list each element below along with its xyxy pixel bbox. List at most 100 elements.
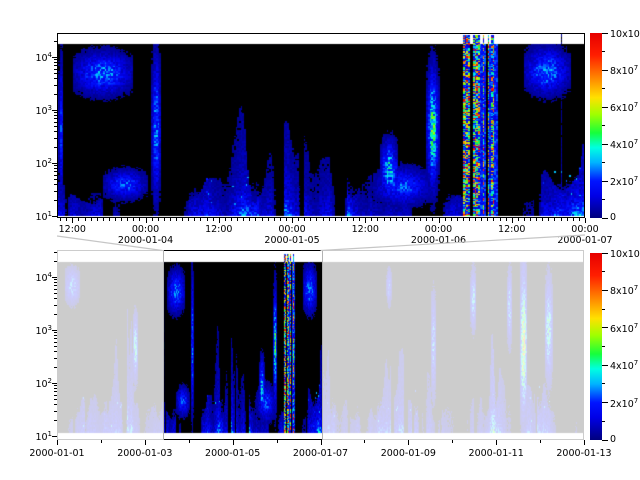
top-x-minor-tick	[347, 218, 348, 221]
dimmed-region-left	[57, 250, 163, 441]
bottom-colorbar-major-tick	[602, 327, 608, 328]
top-colorbar-major-tick	[602, 33, 608, 34]
top-x-minor-tick	[316, 218, 317, 221]
top-x-date-label: 2000-01-06	[411, 235, 466, 246]
top-x-minor-tick	[518, 218, 519, 221]
bottom-x-date-label: 2000-01-07	[293, 448, 348, 459]
top-x-minor-tick	[231, 218, 232, 221]
top-x-minor-tick	[304, 218, 305, 221]
top-colorbar-minor-tick	[602, 88, 605, 89]
top-x-minor-tick	[457, 218, 458, 221]
top-x-time-label: 00:00	[132, 224, 159, 235]
top-x-minor-tick	[280, 218, 281, 221]
top-x-minor-tick	[176, 218, 177, 221]
top-y-tick-label: 101	[16, 209, 52, 223]
top-x-major-tick	[585, 218, 586, 223]
top-spectrogram-plot[interactable]	[57, 33, 585, 218]
top-x-minor-tick	[121, 218, 122, 221]
top-x-minor-tick	[127, 218, 128, 221]
top-x-minor-tick	[341, 218, 342, 221]
top-y-tick-label: 104	[16, 50, 52, 64]
top-colorbar-tick-label: 4x107	[610, 137, 638, 151]
bottom-colorbar-major-tick	[602, 440, 608, 441]
top-x-minor-tick	[548, 218, 549, 221]
bottom-colorbar-tick-label: 0	[610, 435, 616, 445]
top-colorbar-tick-label: 10x107	[610, 26, 640, 40]
top-x-minor-tick	[579, 218, 580, 221]
bottom-y-tick-label: 101	[16, 429, 52, 443]
top-x-minor-tick	[396, 218, 397, 221]
zoom-connector-left	[57, 236, 162, 251]
top-x-minor-tick	[237, 218, 238, 221]
top-colorbar-minor-tick	[602, 199, 605, 200]
bottom-colorbar-minor-tick	[602, 309, 605, 310]
top-colorbar-major-tick	[602, 70, 608, 71]
top-x-minor-tick	[133, 218, 134, 221]
selection-left-edge[interactable]	[163, 250, 164, 440]
top-x-minor-tick	[182, 218, 183, 221]
top-x-time-label: 00:00	[571, 224, 598, 235]
top-x-minor-tick	[158, 218, 159, 221]
top-x-minor-tick	[200, 218, 201, 221]
top-x-minor-tick	[255, 218, 256, 221]
top-x-major-tick	[219, 218, 220, 223]
top-x-minor-tick	[78, 218, 79, 221]
top-x-minor-tick	[451, 218, 452, 221]
top-x-time-label: 12:00	[205, 224, 232, 235]
top-x-minor-tick	[426, 218, 427, 221]
top-x-major-tick	[365, 218, 366, 223]
zoom-connector-right	[321, 235, 585, 251]
bottom-colorbar-major-tick	[602, 365, 608, 366]
top-x-minor-tick	[408, 218, 409, 221]
top-x-minor-tick	[249, 218, 250, 221]
top-x-minor-tick	[414, 218, 415, 221]
top-x-minor-tick	[377, 218, 378, 221]
top-spectrogram-canvas[interactable]	[58, 34, 584, 217]
bottom-colorbar-major-tick	[602, 290, 608, 291]
top-x-date-label: 2000-01-05	[264, 235, 319, 246]
top-x-time-label: 00:00	[278, 224, 305, 235]
top-x-minor-tick	[506, 218, 507, 221]
bottom-colorbar-tick-label: 4x107	[610, 358, 638, 372]
top-x-minor-tick	[225, 218, 226, 221]
top-colorbar-major-tick	[602, 144, 608, 145]
top-colorbar-tick-label: 2x107	[610, 174, 638, 188]
top-colorbar-major-tick	[602, 181, 608, 182]
top-x-minor-tick	[139, 218, 140, 221]
top-x-minor-tick	[524, 218, 525, 221]
top-colorbar-tick-label: 0	[610, 213, 616, 223]
top-x-minor-tick	[323, 218, 324, 221]
figure: 12:0000:002000-01-0412:0000:002000-01-05…	[0, 0, 640, 480]
top-x-minor-tick	[561, 218, 562, 221]
bottom-x-major-tick	[233, 440, 234, 445]
top-x-minor-tick	[359, 218, 360, 221]
bottom-colorbar-major-tick	[602, 402, 608, 403]
top-x-major-tick	[72, 218, 73, 223]
top-x-major-tick	[146, 218, 147, 223]
bottom-colorbar-tick-label: 10x107	[610, 246, 640, 260]
top-x-minor-tick	[567, 218, 568, 221]
top-y-tick-label: 102	[16, 156, 52, 170]
top-x-minor-tick	[432, 218, 433, 221]
top-x-minor-tick	[170, 218, 171, 221]
bottom-colorbar-minor-tick	[602, 346, 605, 347]
selection-right-edge[interactable]	[322, 250, 323, 440]
top-colorbar-minor-tick	[602, 125, 605, 126]
top-x-minor-tick	[109, 218, 110, 221]
top-x-minor-tick	[469, 218, 470, 221]
top-colorbar-tick-label: 8x107	[610, 63, 638, 77]
bottom-colorbar-tick-label: 6x107	[610, 321, 638, 335]
top-x-minor-tick	[274, 218, 275, 221]
top-x-minor-tick	[481, 218, 482, 221]
top-x-minor-tick	[286, 218, 287, 221]
top-x-minor-tick	[530, 218, 531, 221]
top-x-minor-tick	[542, 218, 543, 221]
top-y-tick-label: 103	[16, 103, 52, 117]
dimmed-region-right	[322, 250, 586, 441]
bottom-x-date-label: 2000-01-13	[556, 448, 611, 459]
top-colorbar-minor-tick	[602, 51, 605, 52]
top-colorbar-gradient	[590, 33, 602, 218]
top-x-minor-tick	[103, 218, 104, 221]
bottom-spectrogram-plot[interactable]	[57, 250, 584, 440]
top-x-time-label: 12:00	[498, 224, 525, 235]
